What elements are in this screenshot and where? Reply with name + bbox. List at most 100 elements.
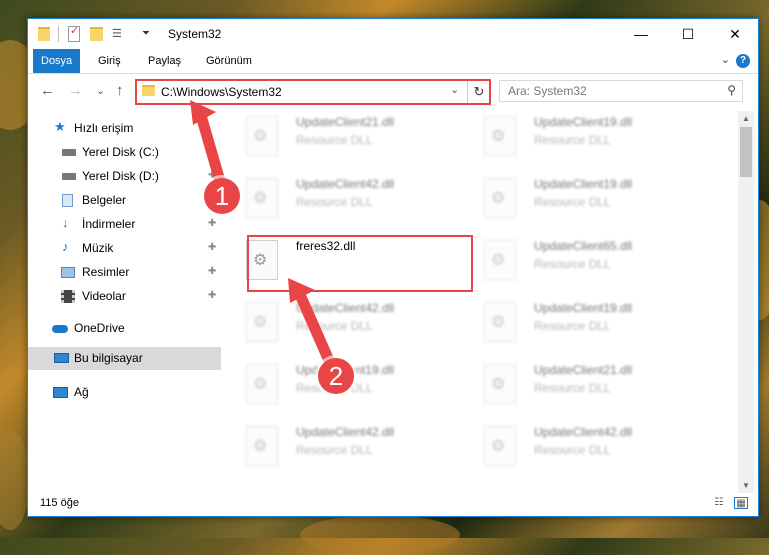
search-icon[interactable]: ⚲ bbox=[727, 83, 736, 97]
status-bar: 115 öğe ☷ ▦ bbox=[28, 493, 758, 516]
close-button[interactable]: ✕ bbox=[712, 19, 758, 49]
file-item[interactable]: ⚙ UpdateClient19.dll Resource DLL bbox=[466, 173, 692, 231]
file-name: UpdateClient21.dll bbox=[534, 363, 633, 377]
folder-icon bbox=[38, 27, 50, 41]
pin-icon[interactable]: ✚ bbox=[208, 218, 216, 229]
gear-icon: ⚙ bbox=[491, 252, 506, 269]
sidebar-item-network[interactable]: Ağ bbox=[28, 381, 221, 404]
videos-icon bbox=[61, 290, 75, 303]
target-file-highlight bbox=[247, 235, 473, 292]
dll-file-icon: ⚙ bbox=[246, 302, 278, 342]
sidebar-item-quick-access[interactable]: ★ Hızlı erişim bbox=[28, 117, 221, 140]
sidebar-item-downloads[interactable]: ↓ İndirmeler ✚ bbox=[28, 213, 221, 236]
file-type: Resource DLL bbox=[534, 195, 611, 209]
dll-file-icon: ⚙ bbox=[484, 116, 516, 156]
help-icon[interactable]: ? bbox=[736, 54, 750, 68]
gear-icon: ⚙ bbox=[491, 314, 506, 331]
title-bar: ✓ ☰ ⏷ System32 — ☐ ✕ bbox=[28, 19, 758, 49]
file-item[interactable]: ⚙ UpdateClient19.dll Resource DLL bbox=[466, 297, 692, 355]
maximize-button[interactable]: ☐ bbox=[665, 19, 711, 49]
sidebar-item-disk-d[interactable]: Yerel Disk (D:) ✚ bbox=[28, 165, 221, 188]
dll-file-icon: ⚙ bbox=[246, 116, 278, 156]
address-bar[interactable]: C:\Windows\System32 ⌄ ↻ bbox=[135, 79, 491, 105]
expand-ribbon-icon[interactable]: ⌄ bbox=[721, 53, 730, 66]
sidebar-item-pictures[interactable]: Resimler ✚ bbox=[28, 261, 221, 284]
address-path[interactable]: C:\Windows\System32 bbox=[161, 85, 282, 99]
sidebar-item-this-pc[interactable]: Bu bilgisayar bbox=[28, 347, 221, 370]
file-item[interactable]: ⚙ UpdateClient42.dll Resource DLL bbox=[466, 421, 692, 479]
sidebar-item-music[interactable]: ♪ Müzik ✚ bbox=[28, 237, 221, 260]
file-item[interactable]: ⚙ UpdateClient19.dll Resource DLL bbox=[466, 111, 692, 169]
search-placeholder[interactable]: Ara: System32 bbox=[508, 84, 587, 98]
tab-gorunum[interactable]: Görünüm bbox=[198, 49, 260, 73]
computer-icon bbox=[54, 353, 69, 363]
details-view-icon[interactable]: ☷ bbox=[712, 497, 726, 509]
properties-icon[interactable]: ✓ bbox=[68, 25, 80, 42]
file-item[interactable]: ⚙ UpdateClient65.dll Resource DLL bbox=[466, 235, 692, 293]
file-name: UpdateClient21.dll bbox=[296, 115, 395, 129]
sidebar-item-disk-c[interactable]: Yerel Disk (C:) ✚ bbox=[28, 141, 221, 164]
scroll-down-icon[interactable]: ▼ bbox=[738, 481, 754, 490]
tab-giris[interactable]: Giriş bbox=[90, 49, 129, 73]
file-item[interactable]: ⚙ UpdateClient42.dll Resource DLL bbox=[228, 421, 454, 479]
up-button[interactable]: ↑ bbox=[116, 82, 124, 99]
file-item[interactable]: ⚙ UpdateClient42.dll Resource DLL bbox=[228, 297, 454, 355]
dll-file-icon: ⚙ bbox=[246, 426, 278, 466]
gear-icon: ⚙ bbox=[491, 190, 506, 207]
background-leaf bbox=[0, 430, 30, 530]
recent-locations-button[interactable]: ⌄ bbox=[96, 84, 105, 97]
pin-icon[interactable]: ✚ bbox=[208, 242, 216, 253]
sidebar-item-videos[interactable]: Videolar ✚ bbox=[28, 285, 221, 308]
gear-icon: ⚙ bbox=[253, 438, 268, 455]
sidebar-item-onedrive[interactable]: OneDrive bbox=[28, 317, 221, 340]
tab-paylas[interactable]: Paylaş bbox=[140, 49, 189, 73]
sidebar-item-label: Bu bilgisayar bbox=[74, 351, 143, 365]
separator bbox=[58, 26, 59, 42]
documents-icon bbox=[62, 194, 73, 207]
address-dropdown-icon[interactable]: ⌄ bbox=[450, 83, 459, 96]
gear-icon: ⚙ bbox=[253, 128, 268, 145]
file-name: UpdateClient19.dll bbox=[534, 177, 633, 191]
view-menu-icon[interactable]: ☰ bbox=[112, 26, 126, 42]
file-name: UpdateClient19.dll bbox=[534, 301, 633, 315]
file-item[interactable]: ⚙ UpdateClient42.dll Resource DLL bbox=[228, 173, 454, 231]
file-item[interactable]: ⚙ UpdateClient21.dll Resource DLL bbox=[466, 359, 692, 417]
large-icons-view-icon[interactable]: ▦ bbox=[734, 497, 748, 509]
vertical-scrollbar[interactable]: ▲ ▼ bbox=[738, 111, 754, 493]
forward-button[interactable]: → bbox=[68, 82, 83, 99]
pictures-icon bbox=[61, 267, 75, 278]
refresh-button[interactable]: ↻ bbox=[467, 81, 490, 103]
new-folder-icon[interactable] bbox=[90, 27, 103, 41]
sidebar-item-label: Müzik bbox=[82, 241, 114, 255]
sidebar-item-label: Videolar bbox=[82, 289, 126, 303]
file-type: Resource DLL bbox=[296, 443, 373, 457]
back-button[interactable]: ← bbox=[40, 82, 55, 99]
download-icon: ↓ bbox=[62, 215, 69, 230]
drive-icon bbox=[62, 149, 76, 156]
customize-toolbar-icon[interactable]: ⏷ bbox=[142, 26, 152, 42]
gear-icon: ⚙ bbox=[253, 190, 268, 207]
network-icon bbox=[53, 387, 68, 398]
sidebar-item-label: Yerel Disk (D:) bbox=[82, 169, 159, 183]
file-type: Resource DLL bbox=[534, 133, 611, 147]
minimize-button[interactable]: — bbox=[618, 19, 664, 49]
file-type: Resource DLL bbox=[534, 443, 611, 457]
scrollbar-thumb[interactable] bbox=[740, 127, 752, 177]
file-list: ⚙ UpdateClient21.dll Resource DLL ⚙ Upda… bbox=[228, 111, 738, 491]
window-title: System32 bbox=[168, 27, 222, 41]
gear-icon: ⚙ bbox=[253, 314, 268, 331]
explorer-window: ✓ ☰ ⏷ System32 — ☐ ✕ Dosya Giriş Paylaş … bbox=[27, 18, 759, 517]
file-type: Resource DLL bbox=[534, 381, 611, 395]
pin-icon[interactable]: ✚ bbox=[208, 290, 216, 301]
file-item[interactable]: ⚙ UpdateClient21.dll Resource DLL bbox=[228, 111, 454, 169]
pin-icon[interactable]: ✚ bbox=[208, 266, 216, 277]
dll-file-icon: ⚙ bbox=[484, 240, 516, 280]
tab-dosya[interactable]: Dosya bbox=[33, 49, 81, 73]
file-type: Resource DLL bbox=[534, 319, 611, 333]
dll-file-icon: ⚙ bbox=[484, 302, 516, 342]
search-box[interactable]: Ara: System32 ⚲ bbox=[499, 80, 743, 102]
star-icon: ★ bbox=[54, 119, 66, 134]
pin-icon[interactable]: ✚ bbox=[208, 146, 216, 157]
scroll-up-icon[interactable]: ▲ bbox=[738, 114, 754, 123]
sidebar-item-documents[interactable]: Belgeler ✚ bbox=[28, 189, 221, 212]
